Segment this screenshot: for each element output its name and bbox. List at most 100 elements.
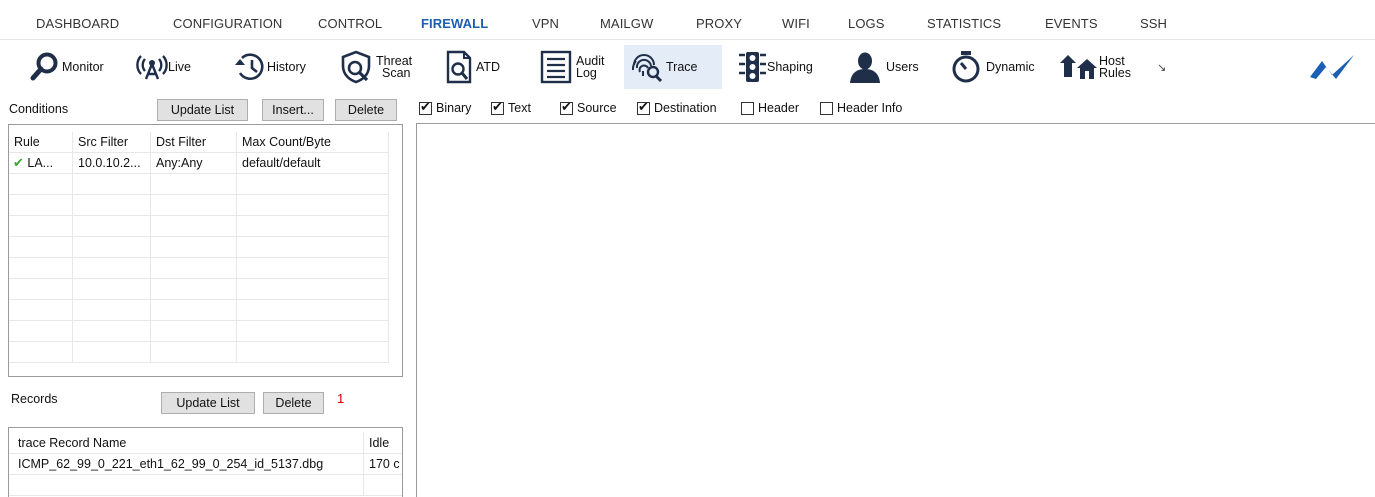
fingerprint-icon	[628, 51, 664, 83]
menu-vpn[interactable]: VPN	[532, 16, 559, 31]
shield-scan-icon	[338, 50, 374, 84]
history-icon	[233, 51, 267, 83]
expand-icon[interactable]: ↘	[1157, 61, 1166, 74]
menu-dashboard[interactable]: DASHBOARD	[36, 16, 119, 31]
table-row[interactable]: ✔ LA... 10.0.10.2... Any:Any default/def…	[9, 153, 389, 174]
dynamic-label: Dynamic	[986, 59, 1035, 74]
empty-row	[9, 216, 389, 237]
host-rules-label-2: Rules	[1099, 66, 1131, 80]
broadcast-icon	[136, 51, 168, 83]
log-icon	[538, 50, 576, 84]
atd-button[interactable]: ATD	[444, 45, 500, 89]
records-delete-button[interactable]: Delete	[263, 392, 324, 414]
rule-cell-text: LA...	[27, 156, 54, 170]
toolbar: Monitor Live History Threat Scan ATD Aud…	[0, 41, 1375, 93]
empty-row	[9, 321, 389, 342]
menu-mailgw[interactable]: MAILGW	[600, 16, 653, 31]
conditions-delete-button[interactable]: Delete	[335, 99, 397, 121]
check-icon: ✔	[13, 156, 24, 171]
users-label: Users	[886, 59, 919, 74]
record-name-cell: ICMP_62_99_0_221_eth1_62_99_0_254_id_513…	[9, 454, 364, 475]
menu-proxy[interactable]: PROXY	[696, 16, 742, 31]
destination-checkbox-label: Destination	[654, 101, 717, 115]
src-filter-cell: 10.0.10.2...	[73, 153, 151, 174]
column-header-dst-filter[interactable]: Dst Filter	[151, 132, 237, 153]
records-count: 1	[337, 391, 345, 406]
house-arrow-icon	[1057, 51, 1099, 83]
monitor-button[interactable]: Monitor	[30, 45, 104, 89]
binary-checkbox[interactable]: Binary	[419, 100, 472, 115]
live-button[interactable]: Live	[136, 45, 191, 89]
shaping-button[interactable]: Shaping	[737, 45, 813, 89]
header-checkbox-label: Header	[758, 101, 799, 115]
text-checkbox-box[interactable]	[491, 100, 504, 115]
menu-control[interactable]: CONTROL	[318, 16, 382, 31]
destination-checkbox[interactable]: Destination	[637, 100, 717, 115]
column-header-idle[interactable]: Idle	[364, 433, 402, 454]
records-grid[interactable]: trace Record Name Idle ICMP_62_99_0_221_…	[8, 427, 403, 497]
records-header-row: trace Record Name Idle	[9, 433, 402, 454]
trace-output-pane[interactable]	[416, 123, 1375, 497]
menu-events[interactable]: EVENTS	[1045, 16, 1098, 31]
stopwatch-icon	[948, 50, 984, 84]
conditions-grid[interactable]: Rule Src Filter Dst Filter Max Count/Byt…	[8, 124, 403, 377]
record-idle-cell: 170 c	[369, 457, 400, 471]
menu-configuration[interactable]: CONFIGURATION	[173, 16, 282, 31]
empty-row	[9, 258, 389, 279]
binary-checkbox-label: Binary	[436, 101, 472, 115]
history-button[interactable]: History	[233, 45, 306, 89]
menu-ssh[interactable]: SSH	[1140, 16, 1167, 31]
column-header-src-filter[interactable]: Src Filter	[73, 132, 151, 153]
conditions-update-list-button[interactable]: Update List	[157, 99, 248, 121]
records-update-list-button[interactable]: Update List	[161, 392, 255, 414]
source-checkbox-box[interactable]	[560, 100, 573, 115]
conditions-insert-button[interactable]: Insert...	[262, 99, 324, 121]
header-info-checkbox[interactable]: Header Info	[820, 101, 902, 115]
conditions-header-row: Rule Src Filter Dst Filter Max Count/Byt…	[9, 132, 389, 153]
brand-logo-icon	[1308, 49, 1358, 88]
user-icon	[848, 50, 884, 84]
audit-log-button[interactable]: Audit Log	[538, 45, 605, 89]
header-checkbox[interactable]: Header	[741, 101, 799, 115]
document-scan-icon	[444, 50, 474, 84]
text-checkbox-label: Text	[508, 101, 531, 115]
trace-label: Trace	[666, 59, 698, 74]
trace-button[interactable]: Trace	[624, 45, 722, 89]
menu-statistics[interactable]: STATISTICS	[927, 16, 1001, 31]
traffic-light-icon	[737, 50, 767, 84]
empty-row	[9, 237, 389, 258]
empty-row	[9, 174, 389, 195]
header-info-checkbox-box[interactable]	[820, 101, 833, 115]
column-header-max-count[interactable]: Max Count/Byte	[237, 132, 389, 153]
empty-row	[9, 300, 389, 321]
binary-checkbox-box[interactable]	[419, 100, 432, 115]
source-checkbox-label: Source	[577, 101, 617, 115]
menu-firewall[interactable]: FIREWALL	[421, 16, 488, 31]
history-label: History	[267, 59, 306, 74]
empty-row	[9, 475, 402, 496]
atd-label: ATD	[476, 59, 501, 74]
menu-logs[interactable]: LOGS	[848, 16, 885, 31]
magnifier-icon	[30, 51, 62, 83]
records-label: Records	[11, 392, 58, 406]
audit-log-label-2: Log	[576, 66, 597, 80]
column-header-record-name[interactable]: trace Record Name	[9, 433, 364, 454]
live-label: Live	[168, 59, 191, 74]
column-header-rule[interactable]: Rule	[9, 132, 73, 153]
table-row[interactable]: ICMP_62_99_0_221_eth1_62_99_0_254_id_513…	[9, 454, 402, 475]
users-button[interactable]: Users	[848, 45, 919, 89]
source-checkbox[interactable]: Source	[560, 100, 617, 115]
header-checkbox-box[interactable]	[741, 101, 754, 115]
top-menu: DASHBOARD CONFIGURATION CONTROL FIREWALL…	[0, 0, 1375, 40]
dynamic-button[interactable]: Dynamic	[948, 45, 1035, 89]
empty-row	[9, 195, 389, 216]
text-checkbox[interactable]: Text	[491, 100, 531, 115]
menu-wifi[interactable]: WIFI	[782, 16, 810, 31]
threat-scan-button[interactable]: Threat Scan	[338, 45, 412, 89]
destination-checkbox-box[interactable]	[637, 100, 650, 115]
host-rules-button[interactable]: Host Rules	[1057, 45, 1131, 89]
shaping-label: Shaping	[767, 59, 813, 74]
monitor-label: Monitor	[62, 59, 104, 74]
header-info-checkbox-label: Header Info	[837, 101, 903, 115]
rule-cell: ✔ LA...	[9, 153, 73, 174]
